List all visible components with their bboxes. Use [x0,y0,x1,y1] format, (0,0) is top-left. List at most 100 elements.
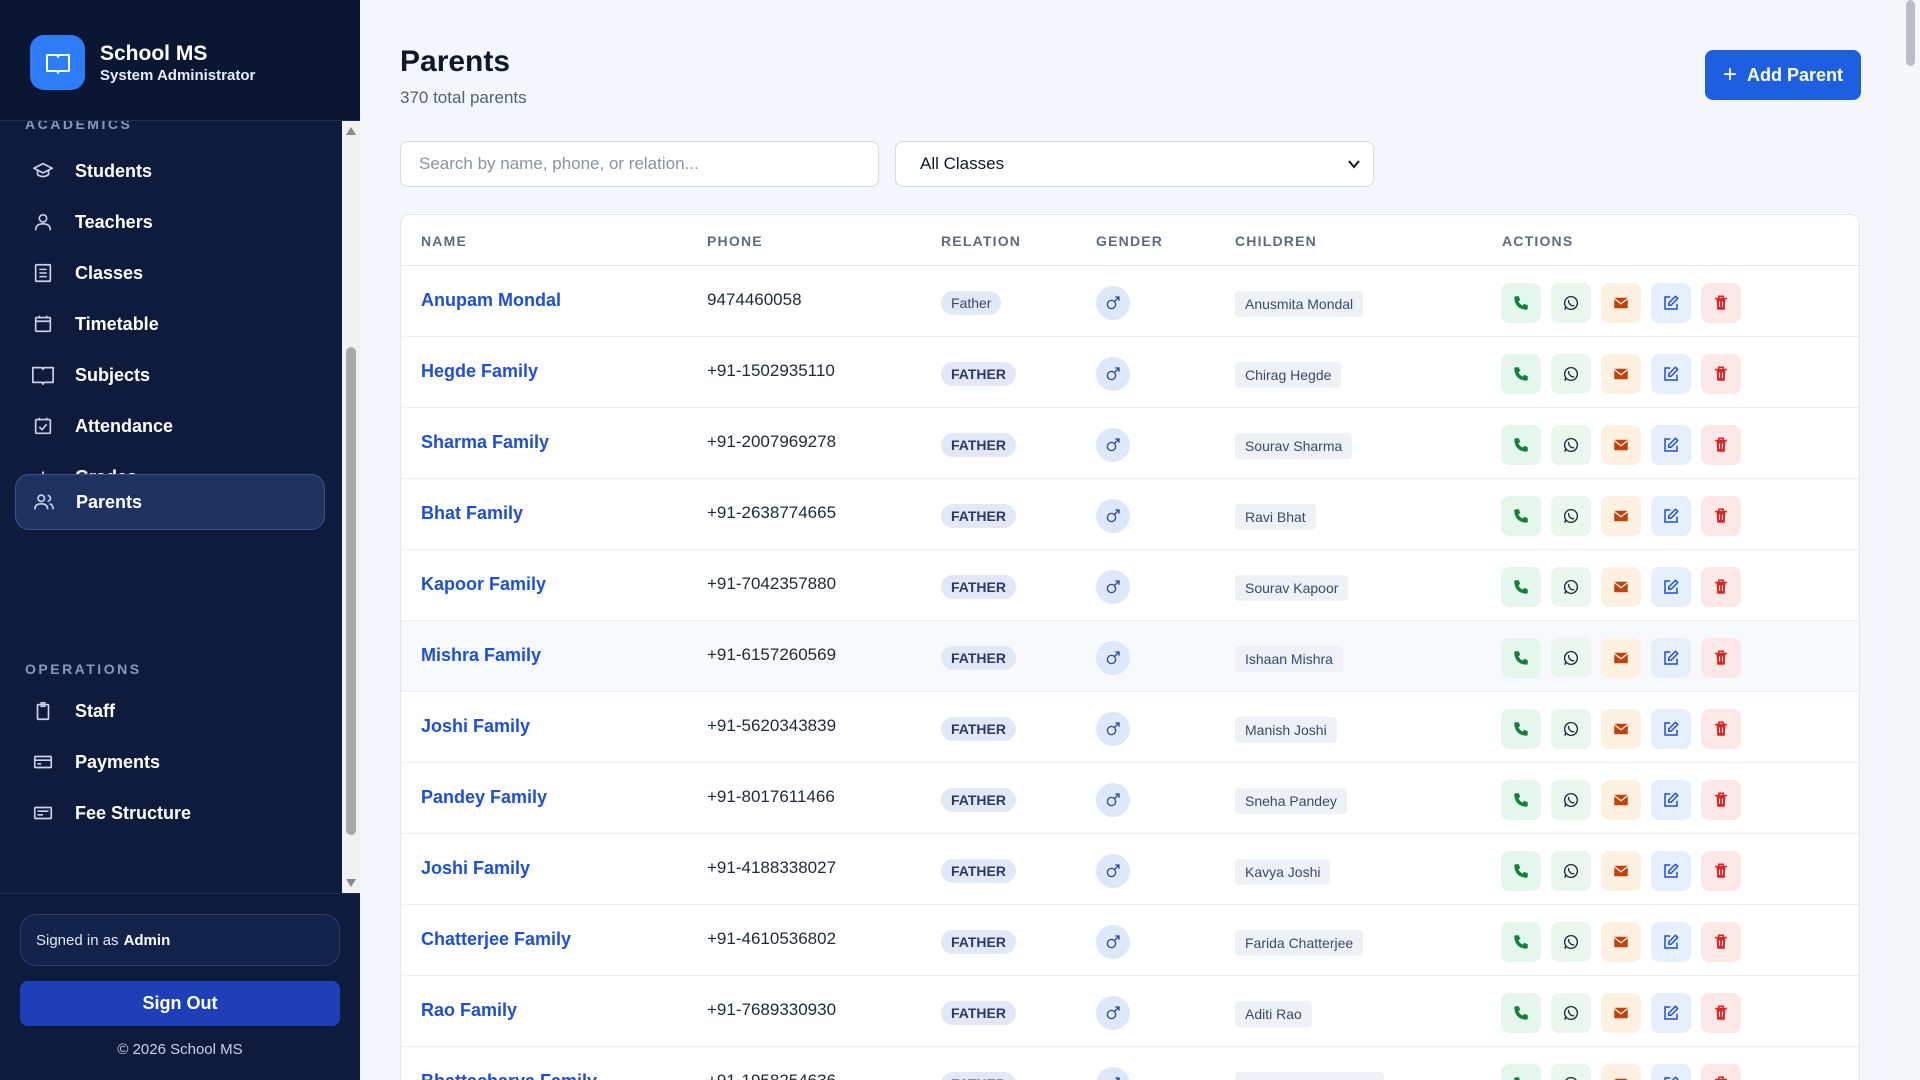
whatsapp-icon[interactable] [1551,638,1591,678]
whatsapp-icon[interactable] [1551,283,1591,323]
whatsapp-icon[interactable] [1551,851,1591,891]
email-icon[interactable] [1601,709,1641,749]
edit-icon[interactable] [1651,638,1691,678]
whatsapp-icon[interactable] [1551,1064,1591,1080]
email-icon[interactable] [1601,425,1641,465]
child-chip[interactable]: Sneha Pandey [1235,788,1347,814]
sidebar-item-fee-structure[interactable]: Fee Structure [15,785,325,841]
scroll-down-arrow-icon[interactable] [346,879,356,887]
edit-icon[interactable] [1651,283,1691,323]
sign-out-button[interactable]: Sign Out [20,981,340,1026]
child-chip[interactable]: Ishaan Mishra [1235,646,1343,672]
email-icon[interactable] [1601,993,1641,1033]
email-icon[interactable] [1601,1064,1641,1080]
whatsapp-icon[interactable] [1551,425,1591,465]
call-icon[interactable] [1501,425,1541,465]
parent-name-link[interactable]: Chatterjee Family [421,929,571,950]
delete-icon[interactable] [1701,638,1741,678]
email-icon[interactable] [1601,638,1641,678]
delete-icon[interactable] [1701,425,1741,465]
class-filter-select[interactable]: All Classes [895,141,1374,187]
email-icon[interactable] [1601,780,1641,820]
child-chip[interactable]: Aditi Rao [1235,1001,1312,1027]
whatsapp-icon[interactable] [1551,354,1591,394]
call-icon[interactable] [1501,354,1541,394]
sidebar-scrollbar[interactable] [342,121,360,893]
call-icon[interactable] [1501,1064,1541,1080]
email-icon[interactable] [1601,354,1641,394]
call-icon[interactable] [1501,993,1541,1033]
email-icon[interactable] [1601,567,1641,607]
delete-icon[interactable] [1701,993,1741,1033]
sidebar-item-teachers[interactable]: Teachers [15,194,325,250]
whatsapp-icon[interactable] [1551,993,1591,1033]
call-icon[interactable] [1501,638,1541,678]
sidebar-scrollbar-thumb[interactable] [346,347,356,835]
edit-icon[interactable] [1651,425,1691,465]
edit-icon[interactable] [1651,567,1691,607]
sidebar-item-subjects[interactable]: Subjects [15,347,325,403]
whatsapp-icon[interactable] [1551,567,1591,607]
edit-icon[interactable] [1651,496,1691,536]
child-chip[interactable]: Ravi Bhat [1235,504,1316,530]
call-icon[interactable] [1501,496,1541,536]
call-icon[interactable] [1501,922,1541,962]
scroll-up-arrow-icon[interactable] [346,127,356,135]
email-icon[interactable] [1601,922,1641,962]
child-chip[interactable]: Farida Chatterjee [1235,930,1364,956]
delete-icon[interactable] [1701,283,1741,323]
edit-icon[interactable] [1651,1064,1691,1080]
child-chip[interactable]: Sourav Kapoor [1235,575,1349,601]
child-chip[interactable]: Manish Joshi [1235,717,1337,743]
whatsapp-icon[interactable] [1551,780,1591,820]
delete-icon[interactable] [1701,922,1741,962]
parent-name-link[interactable]: Bhattacharya Family [421,1071,597,1080]
sidebar-item-staff[interactable]: Staff [15,683,325,739]
parent-name-link[interactable]: Sharma Family [421,432,549,453]
edit-icon[interactable] [1651,354,1691,394]
child-chip[interactable]: Mohan Bhattacharya [1235,1072,1385,1080]
parent-name-link[interactable]: Joshi Family [421,716,530,737]
parent-name-link[interactable]: Hegde Family [421,361,538,382]
email-icon[interactable] [1601,283,1641,323]
sidebar-item-parents[interactable]: Parents [15,474,325,530]
add-parent-button[interactable]: + Add Parent [1705,50,1861,100]
page-scrollbar-thumb[interactable] [1906,0,1915,66]
delete-icon[interactable] [1701,780,1741,820]
whatsapp-icon[interactable] [1551,922,1591,962]
delete-icon[interactable] [1701,709,1741,749]
delete-icon[interactable] [1701,851,1741,891]
parent-name-link[interactable]: Anupam Mondal [421,290,561,311]
delete-icon[interactable] [1701,1064,1741,1080]
whatsapp-icon[interactable] [1551,709,1591,749]
call-icon[interactable] [1501,709,1541,749]
call-icon[interactable] [1501,851,1541,891]
child-chip[interactable]: Chirag Hegde [1235,362,1342,388]
parent-name-link[interactable]: Rao Family [421,1000,517,1021]
parent-name-link[interactable]: Bhat Family [421,503,523,524]
email-icon[interactable] [1601,851,1641,891]
parent-name-link[interactable]: Joshi Family [421,858,530,879]
child-chip[interactable]: Sourav Sharma [1235,433,1353,459]
search-input[interactable] [400,141,879,187]
edit-icon[interactable] [1651,993,1691,1033]
call-icon[interactable] [1501,780,1541,820]
page-scrollbar[interactable] [1900,0,1920,1080]
sidebar-item-timetable[interactable]: Timetable [15,296,325,352]
email-icon[interactable] [1601,496,1641,536]
delete-icon[interactable] [1701,496,1741,536]
call-icon[interactable] [1501,567,1541,607]
edit-icon[interactable] [1651,709,1691,749]
edit-icon[interactable] [1651,922,1691,962]
parent-name-link[interactable]: Kapoor Family [421,574,546,595]
whatsapp-icon[interactable] [1551,496,1591,536]
delete-icon[interactable] [1701,567,1741,607]
sidebar-item-payments[interactable]: Payments [15,734,325,790]
parent-name-link[interactable]: Mishra Family [421,645,541,666]
sidebar-item-students[interactable]: Students [15,143,325,199]
sidebar-item-attendance[interactable]: Attendance [15,398,325,454]
delete-icon[interactable] [1701,354,1741,394]
child-chip[interactable]: Anusmita Mondal [1235,291,1364,317]
call-icon[interactable] [1501,283,1541,323]
parent-name-link[interactable]: Pandey Family [421,787,547,808]
